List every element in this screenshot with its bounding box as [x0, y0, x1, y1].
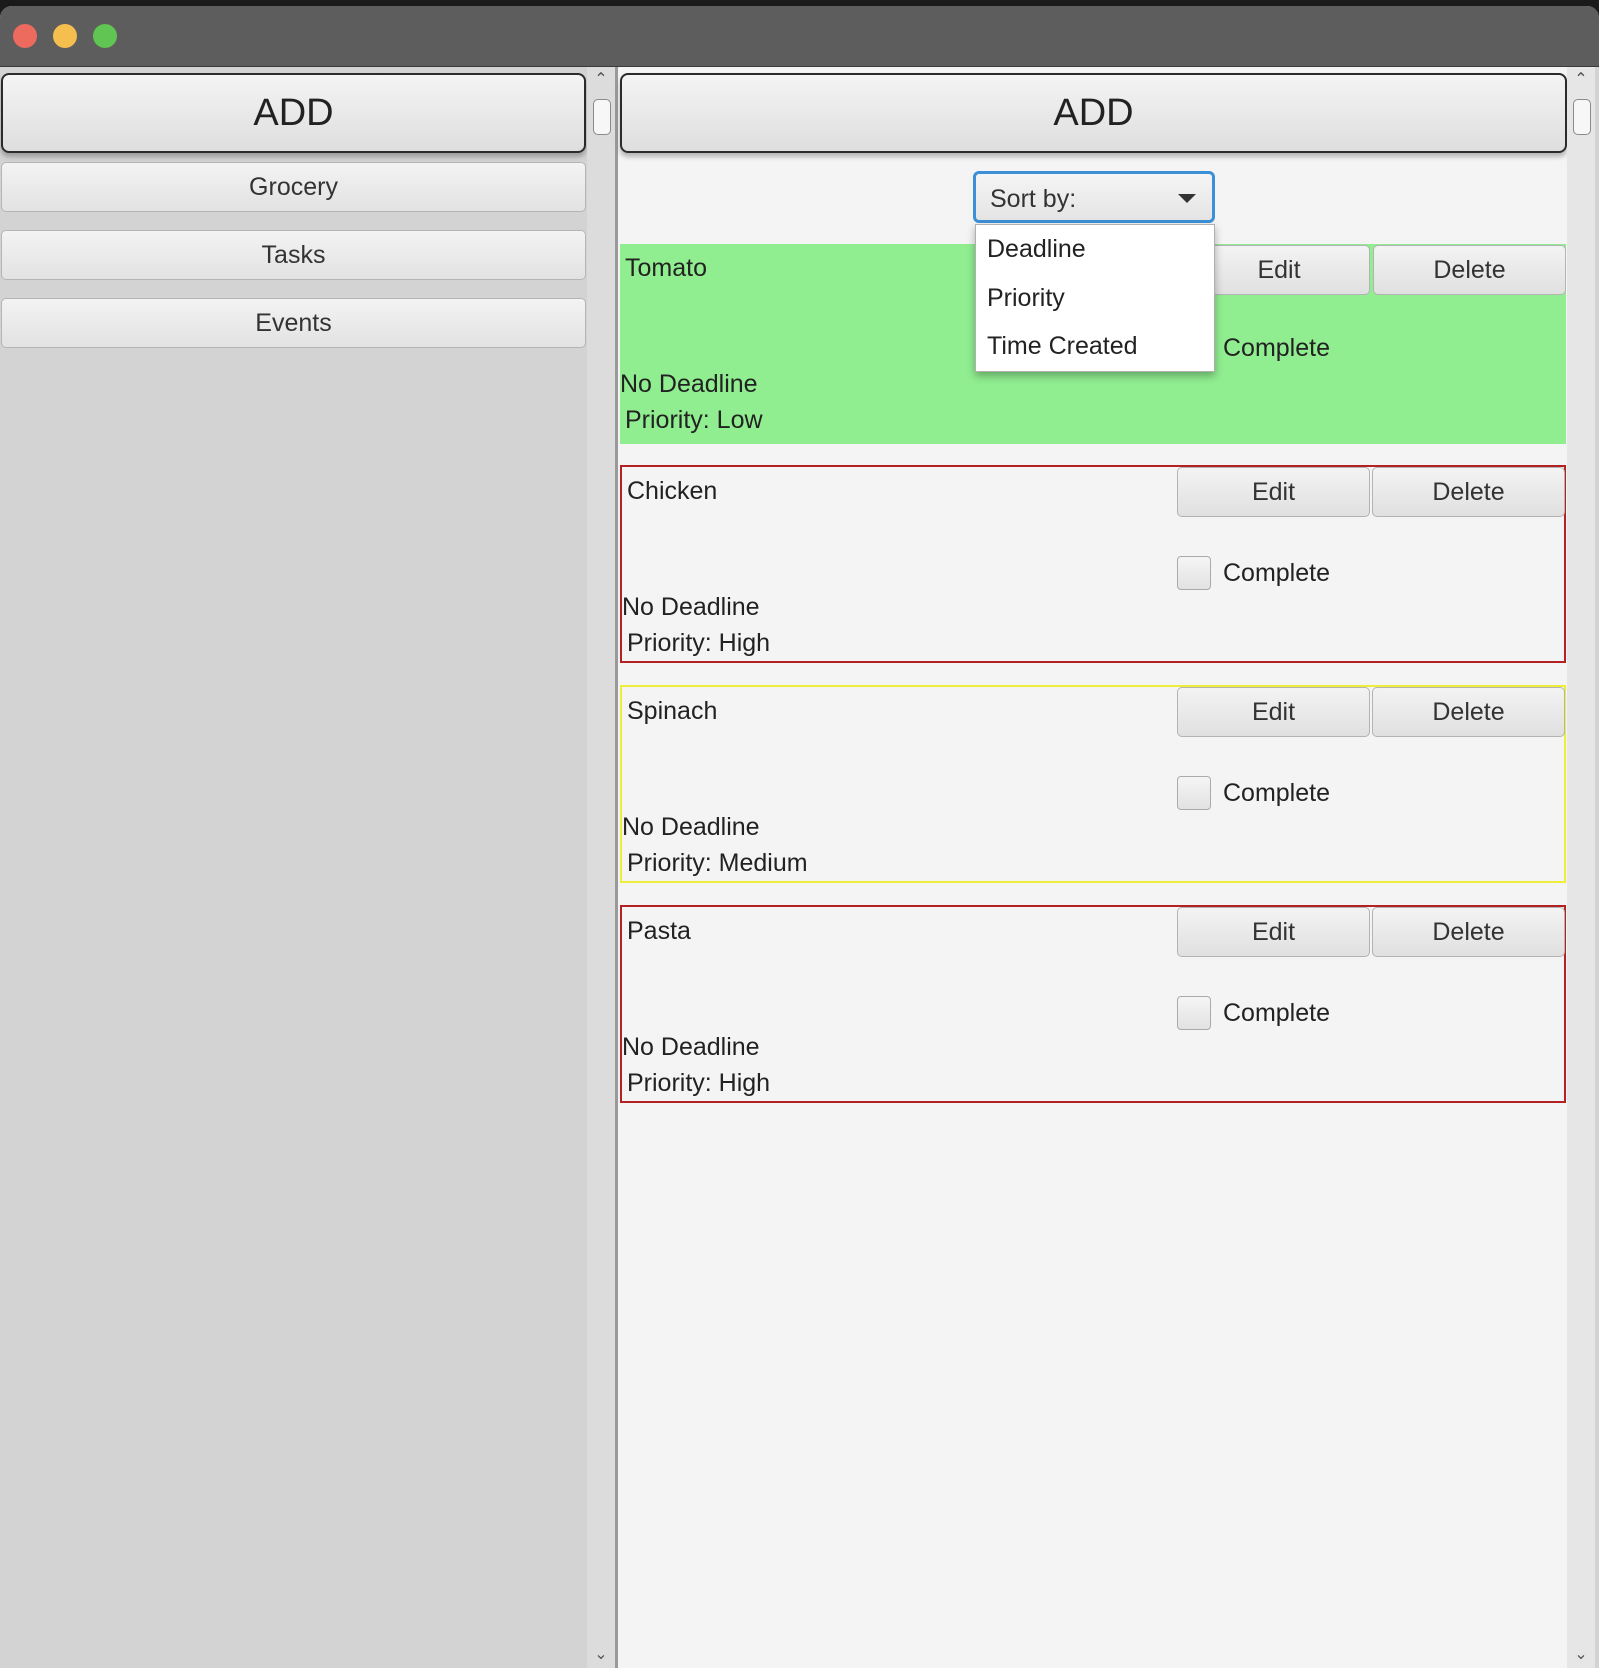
sort-option-deadline[interactable]: Deadline	[976, 227, 1214, 271]
category-button-grocery[interactable]: Grocery	[1, 162, 586, 212]
delete-button[interactable]: Delete	[1373, 245, 1566, 295]
scroll-thumb[interactable]	[593, 99, 611, 135]
chevron-down-icon	[1178, 194, 1196, 203]
close-window-button[interactable]	[13, 24, 37, 48]
category-pane: ADD Grocery Tasks Events	[0, 67, 587, 1668]
scroll-up-icon[interactable]: ⌃	[587, 69, 615, 91]
item-priority: Priority: Medium	[627, 849, 808, 877]
complete-checkbox[interactable]	[1177, 996, 1211, 1030]
list-item: Pasta Edit Delete Complete No Deadline P…	[620, 905, 1566, 1103]
category-scrollbar[interactable]: ⌃ ⌄	[587, 67, 615, 1668]
category-button-events[interactable]: Events	[1, 298, 586, 348]
category-button-tasks[interactable]: Tasks	[1, 230, 586, 280]
item-title: Tomato	[625, 254, 707, 282]
list-item: Spinach Edit Delete Complete No Deadline…	[620, 685, 1566, 883]
edit-button[interactable]: Edit	[1177, 687, 1370, 737]
item-priority: Priority: Low	[625, 406, 763, 434]
add-category-button[interactable]: ADD	[1, 73, 586, 153]
edit-button[interactable]: Edit	[1188, 245, 1370, 295]
items-pane: ADD Tomato Edit Delete Complete No Deadl…	[618, 67, 1567, 1668]
items-scrollbar[interactable]: ⌃ ⌄	[1567, 67, 1595, 1668]
delete-button[interactable]: Delete	[1372, 687, 1565, 737]
title-bar	[0, 6, 1599, 67]
edit-button[interactable]: Edit	[1177, 467, 1370, 517]
scroll-up-icon[interactable]: ⌃	[1567, 69, 1595, 91]
complete-label[interactable]: Complete	[1223, 559, 1330, 588]
complete-label[interactable]: Complete	[1223, 334, 1330, 363]
scroll-down-icon[interactable]: ⌄	[587, 1644, 615, 1666]
item-deadline: No Deadline	[622, 1033, 760, 1061]
complete-label[interactable]: Complete	[1223, 779, 1330, 808]
sort-dropdown[interactable]: Sort by:	[973, 171, 1215, 223]
sort-option-priority[interactable]: Priority	[976, 276, 1214, 320]
delete-button[interactable]: Delete	[1372, 907, 1565, 957]
item-deadline: No Deadline	[622, 593, 760, 621]
complete-checkbox[interactable]	[1177, 556, 1211, 590]
maximize-window-button[interactable]	[93, 24, 117, 48]
item-title: Pasta	[627, 917, 691, 945]
item-title: Spinach	[627, 697, 718, 725]
item-priority: Priority: High	[627, 629, 771, 657]
scroll-down-icon[interactable]: ⌄	[1567, 1644, 1595, 1666]
complete-label[interactable]: Complete	[1223, 999, 1330, 1028]
sort-menu: Deadline Priority Time Created	[975, 224, 1215, 372]
sort-label: Sort by:	[990, 185, 1077, 213]
add-item-button[interactable]: ADD	[620, 73, 1567, 153]
item-priority: Priority: High	[627, 1069, 771, 1097]
item-deadline: No Deadline	[620, 370, 758, 398]
item-title: Chicken	[627, 477, 718, 505]
scroll-thumb[interactable]	[1573, 99, 1591, 135]
delete-button[interactable]: Delete	[1372, 467, 1565, 517]
complete-checkbox[interactable]	[1177, 776, 1211, 810]
sort-option-time-created[interactable]: Time Created	[976, 324, 1214, 368]
list-item: Chicken Edit Delete Complete No Deadline…	[620, 465, 1566, 663]
minimize-window-button[interactable]	[53, 24, 77, 48]
edit-button[interactable]: Edit	[1177, 907, 1370, 957]
item-deadline: No Deadline	[622, 813, 760, 841]
app-window: ADD Grocery Tasks Events ⌃ ⌄ ADD Tomato …	[0, 6, 1599, 1668]
